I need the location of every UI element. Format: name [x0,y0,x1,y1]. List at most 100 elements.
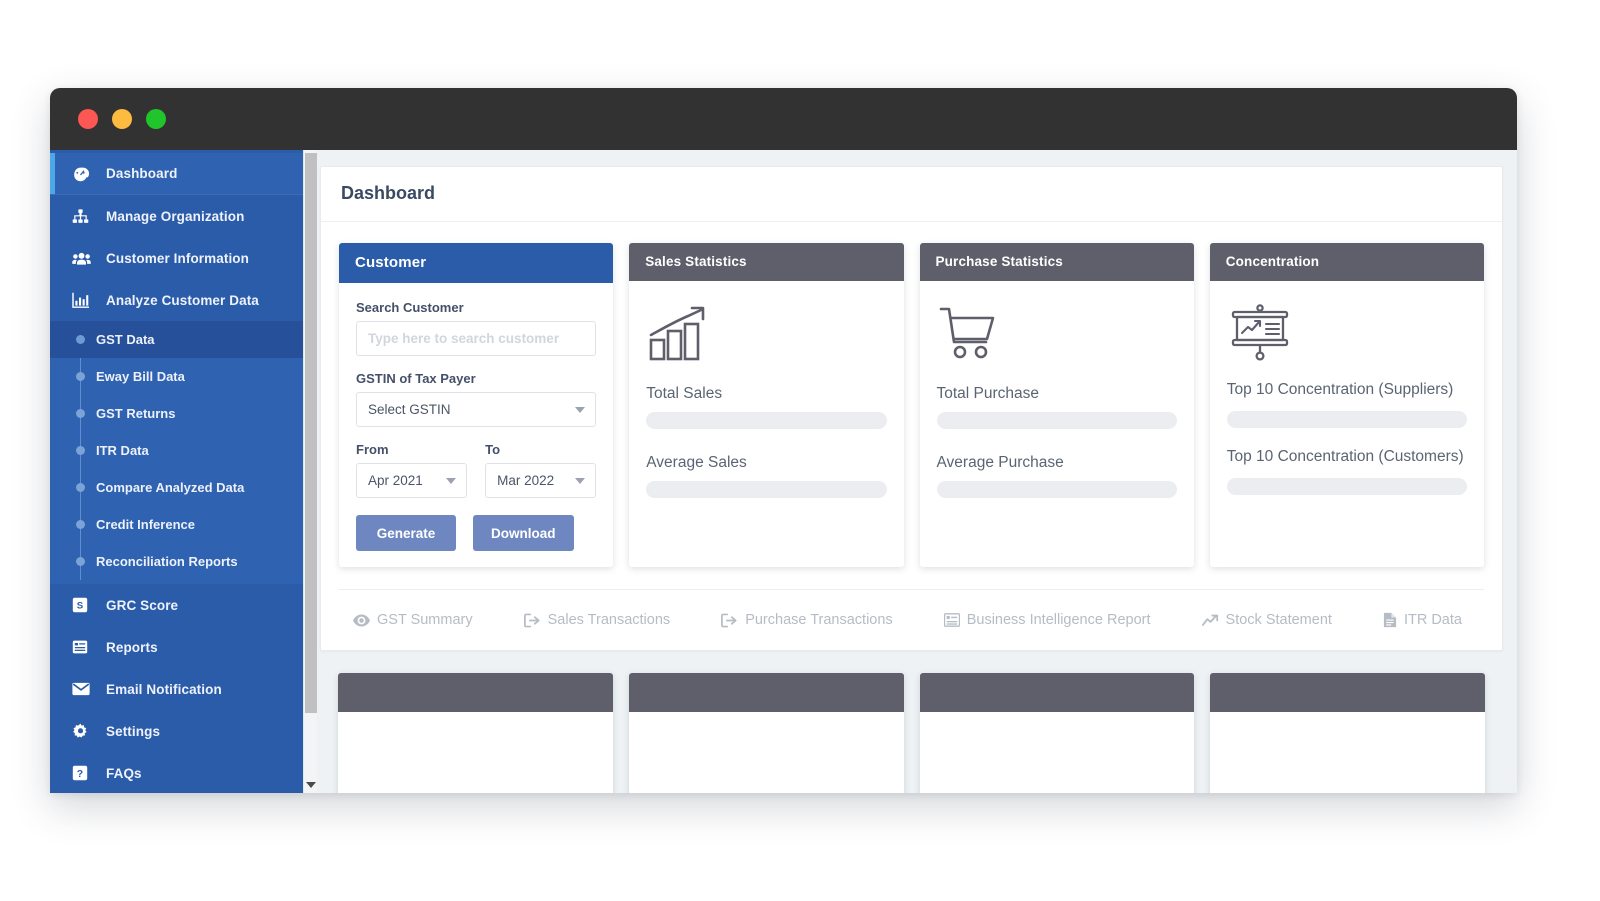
customer-panel-header: Customer [339,243,614,283]
quick-link-stock-statement[interactable]: Stock Statement [1201,612,1332,628]
growth-bar-chart-icon [648,304,886,367]
sidebar-item-eway-bill-data[interactable]: Eway Bill Data [50,358,303,395]
app-viewport: Dashboard Manage Organization Customer I… [50,150,1517,793]
minimize-window-button[interactable] [112,109,132,129]
sidebar-item-reports[interactable]: Reports [50,626,303,668]
purchase-statistics-card: Purchase Statistics Total Purchase Avera… [919,243,1194,567]
bar-chart-icon [72,292,96,308]
total-sales-value [646,412,887,429]
top10-customers-label: Top 10 Concentration (Customers) [1226,448,1464,465]
bottom-card-body [338,712,613,793]
average-purchase-label: Average Purchase [936,454,1064,471]
page-header: Dashboard [321,167,1502,222]
quick-link-itr-data[interactable]: ITR Data [1383,612,1462,628]
gauge-icon [72,165,96,182]
chevron-down-icon[interactable] [306,782,316,788]
quick-link-label: ITR Data [1403,612,1462,628]
sidebar-item-email-notification[interactable]: Email Notification [50,668,303,710]
quick-link-gst-summary[interactable]: GST Summary [353,612,473,628]
quick-links-bar: GST Summary Sales Transactions Purchase … [339,589,1484,650]
gstin-label: GSTIN of Tax Payer [356,371,476,386]
chevron-down-icon [446,477,457,484]
sidebar-item-credit-inference[interactable]: Credit Inference [50,506,303,543]
envelope-icon [72,682,96,696]
sidebar-item-settings[interactable]: Settings [50,710,303,752]
from-month-select[interactable]: Apr 2021 [356,463,468,498]
search-customer-input[interactable] [356,321,597,356]
bullet-icon [76,446,85,455]
quick-link-purchase-transactions[interactable]: Purchase Transactions [721,612,893,628]
sidebar-item-gst-data[interactable]: GST Data [50,321,303,358]
close-window-button[interactable] [78,109,98,129]
bottom-card-header [1210,673,1485,712]
sidebar-item-grc-score[interactable]: S GRC Score [50,584,303,626]
maximize-window-button[interactable] [146,109,166,129]
total-purchase-label: Total Purchase [936,385,1040,402]
sidebar-item-gst-returns[interactable]: GST Returns [50,395,303,432]
to-month-select[interactable]: Mar 2022 [485,463,597,498]
sidebar-item-label: Analyze Customer Data [106,292,259,308]
sidebar-scrollbar-thumb[interactable] [305,153,317,713]
bottom-cards-row [320,651,1503,793]
sidebar-scrollbar-track[interactable] [303,150,317,793]
bottom-card[interactable] [1210,673,1485,793]
gear-icon [72,723,96,740]
chevron-down-icon [575,477,586,484]
sidebar-item-dashboard[interactable]: Dashboard [50,153,303,195]
sidebar-item-label: Manage Organization [106,208,245,224]
main-content: Dashboard Customer Search Customer GSTIN… [303,150,1517,793]
sidebar-item-customer-information[interactable]: Customer Information [50,237,303,279]
to-label: To [485,442,501,457]
quick-link-sales-transactions[interactable]: Sales Transactions [523,612,670,628]
top10-suppliers-label: Top 10 Concentration (Suppliers) [1226,381,1454,398]
sidebar-item-analyze-customer-data[interactable]: Analyze Customer Data [50,279,303,321]
bottom-card-header [919,673,1195,712]
sidebar-item-label: Email Notification [106,681,222,697]
bottom-card-body [919,712,1195,793]
bullet-icon [76,557,85,566]
sidebar-item-label: Settings [106,723,161,739]
sitemap-icon [72,208,96,225]
question-mark-icon: ? [72,765,96,781]
sales-statistics-card: Sales Statistics Total Sales Average Sal… [629,243,904,567]
chevron-down-icon [575,406,586,413]
total-purchase-value [936,412,1177,429]
sidebar-item-label: Reports [106,639,158,655]
average-sales-value [646,481,887,498]
download-button[interactable]: Download [473,515,574,551]
gstin-select[interactable]: Select GSTIN [356,392,597,427]
stat-cards-row: Customer Search Customer GSTIN of Tax Pa… [321,222,1502,567]
sidebar-item-faqs[interactable]: ? FAQs [50,752,303,793]
form-actions: Generate Download [356,515,596,551]
bottom-card[interactable] [919,673,1195,793]
sidebar-item-manage-organization[interactable]: Manage Organization [50,195,303,237]
sidebar-item-label: Customer Information [106,250,250,266]
quick-link-label: GST Summary [377,612,473,628]
sidebar-item-reconciliation-reports[interactable]: Reconciliation Reports [50,543,303,580]
bottom-card-body [628,712,904,793]
generate-button[interactable]: Generate [356,515,456,551]
quick-link-label: Business Intelligence Report [966,612,1151,628]
bottom-card-body [1210,712,1485,793]
sidebar-subitem-label: Credit Inference [96,517,195,532]
bottom-card[interactable] [338,673,613,793]
from-label: From [356,442,389,457]
average-sales-label: Average Sales [646,454,747,471]
quick-link-business-intelligence-report[interactable]: Business Intelligence Report [943,612,1151,628]
top10-customers-value [1226,478,1467,495]
sidebar-subitem-label: Compare Analyzed Data [96,480,245,495]
shopping-cart-icon [939,304,1177,367]
search-customer-label: Search Customer [356,300,464,315]
sidebar-subitem-label: GST Data [96,332,155,347]
list-alt-icon [943,613,960,627]
bottom-card[interactable] [628,673,904,793]
sidebar-subitem-label: ITR Data [96,443,149,458]
bullet-icon [76,520,85,529]
quick-link-label: Purchase Transactions [745,612,893,628]
top10-suppliers-value [1226,411,1467,428]
browser-window: Dashboard Manage Organization Customer I… [50,88,1517,793]
sidebar-item-compare-analyzed-data[interactable]: Compare Analyzed Data [50,469,303,506]
concentration-body: Top 10 Concentration (Suppliers) Top 10 … [1210,281,1484,567]
sidebar-item-itr-data[interactable]: ITR Data [50,432,303,469]
file-icon [1383,612,1397,628]
